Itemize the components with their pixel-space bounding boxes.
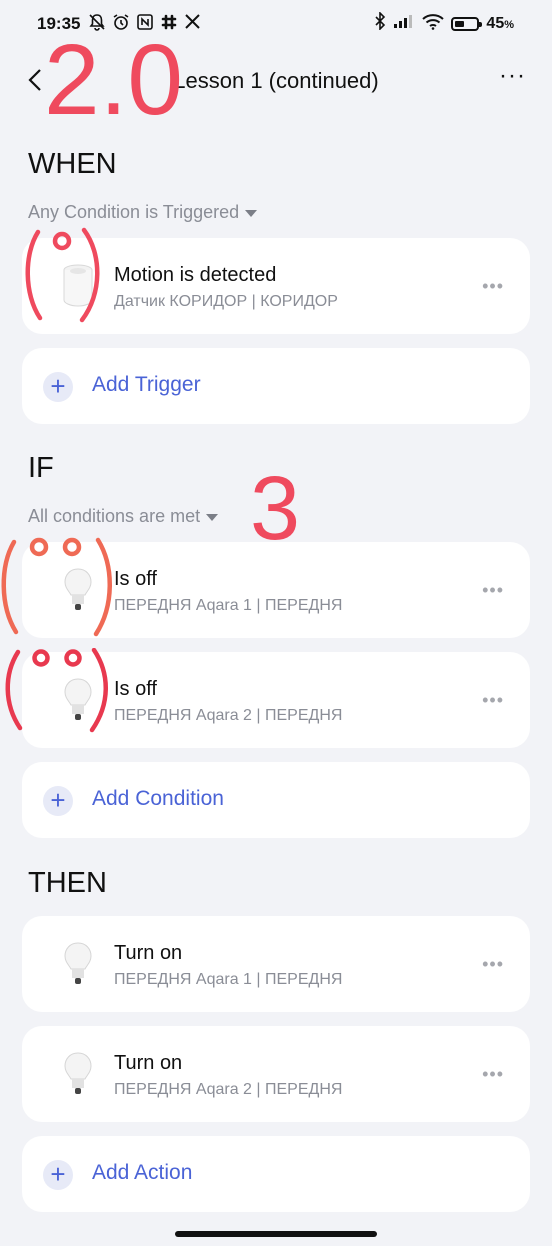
plus-icon: + bbox=[43, 372, 73, 402]
add-condition-label: Add Condition bbox=[92, 787, 224, 810]
battery-fill bbox=[455, 20, 465, 27]
add-action-button[interactable]: + Add Action bbox=[22, 1136, 530, 1212]
status-right-icons: 45% bbox=[374, 11, 514, 35]
bulb-icon bbox=[52, 1048, 104, 1100]
battery-icon bbox=[451, 16, 483, 31]
when-mode-label: Any Condition is Triggered bbox=[28, 202, 240, 222]
if-section-title: IF bbox=[28, 452, 54, 484]
caret-down-icon bbox=[245, 210, 258, 217]
action-main-text: Turn on bbox=[114, 942, 183, 964]
add-action-label: Add Action bbox=[92, 1161, 193, 1184]
add-trigger-label: Add Trigger bbox=[92, 373, 201, 396]
plus-icon: + bbox=[43, 786, 73, 816]
if-mode-dropdown[interactable]: All conditions are met bbox=[28, 506, 219, 527]
then-section-title: THEN bbox=[28, 867, 107, 899]
action-sub-text: ПЕРЕДНЯ Aqara 1 | ПЕРЕДНЯ bbox=[114, 971, 343, 988]
annotation-label-mid: 3 bbox=[250, 459, 301, 559]
action-more-button[interactable]: ••• bbox=[482, 1064, 504, 1085]
annotation-face-if-1 bbox=[1, 537, 112, 637]
condition-sub-text: ПЕРЕДНЯ Aqara 1 | ПЕРЕДНЯ bbox=[114, 597, 343, 614]
signal-icon bbox=[393, 13, 415, 34]
when-mode-dropdown[interactable]: Any Condition is Triggered bbox=[28, 202, 258, 223]
annotation-face-if-2 bbox=[5, 648, 108, 733]
condition-card[interactable]: Is off ПЕРЕДНЯ Aqara 2 | ПЕРЕДНЯ ••• bbox=[5, 648, 530, 748]
condition-more-button[interactable]: ••• bbox=[482, 580, 504, 601]
condition-main-text: Is off bbox=[114, 568, 157, 590]
action-card[interactable]: Turn on ПЕРЕДНЯ Aqara 1 | ПЕРЕДНЯ ••• bbox=[22, 916, 530, 1012]
condition-card[interactable]: Is off ПЕРЕДНЯ Aqara 1 | ПЕРЕДНЯ ••• bbox=[1, 537, 530, 638]
condition-main-text: Is off bbox=[114, 678, 157, 700]
trigger-sub-text: Датчик КОРИДОР | КОРИДОР bbox=[114, 293, 338, 310]
action-more-button[interactable]: ••• bbox=[482, 954, 504, 975]
condition-more-button[interactable]: ••• bbox=[482, 690, 504, 711]
add-condition-button[interactable]: + Add Condition bbox=[22, 762, 530, 838]
action-main-text: Turn on bbox=[114, 1052, 183, 1074]
add-trigger-button[interactable]: + Add Trigger bbox=[22, 348, 530, 424]
if-mode-label: All conditions are met bbox=[28, 506, 201, 526]
bluetooth-icon bbox=[374, 11, 386, 35]
annotation-label-top: 2.0 bbox=[44, 24, 184, 136]
caret-down-icon bbox=[206, 514, 219, 521]
action-sub-text: ПЕРЕДНЯ Aqara 2 | ПЕРЕДНЯ bbox=[114, 1081, 343, 1098]
trigger-main-text: Motion is detected bbox=[114, 264, 277, 286]
battery-percent: 45% bbox=[486, 14, 514, 32]
when-section-title: WHEN bbox=[28, 148, 117, 180]
action-card[interactable]: Turn on ПЕРЕДНЯ Aqara 2 | ПЕРЕДНЯ ••• bbox=[22, 1026, 530, 1122]
bulb-icon bbox=[52, 938, 104, 990]
trigger-card[interactable]: Motion is detected Датчик КОРИДОР | КОРИ… bbox=[22, 227, 530, 334]
annotation-face-when bbox=[25, 227, 100, 323]
home-indicator[interactable] bbox=[175, 1231, 377, 1237]
condition-sub-text: ПЕРЕДНЯ Aqara 2 | ПЕРЕДНЯ bbox=[114, 707, 343, 724]
more-options-button[interactable]: ··· bbox=[499, 64, 526, 88]
wifi-icon bbox=[422, 13, 445, 35]
x-icon bbox=[184, 13, 201, 36]
trigger-more-button[interactable]: ••• bbox=[482, 276, 504, 297]
plus-icon: + bbox=[43, 1160, 73, 1190]
